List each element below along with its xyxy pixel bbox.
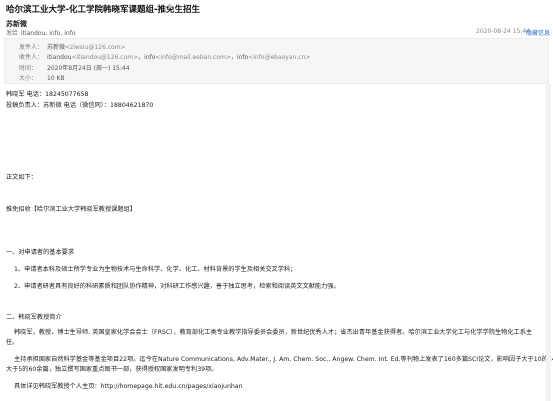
recipient-1-email[interactable]: <itiandou@126.com> [71, 54, 138, 61]
to-value[interactable]: itiandou, info, info [21, 30, 76, 37]
requirement-2: 2、申请者研者具有良好的科研素质和团队协作精神，对科研工作感兴趣，善于独立思考，… [14, 283, 340, 290]
from-row: 发件人： 苏新微<ziwsiu@126.com> [19, 42, 126, 51]
hide-details-link[interactable]: 隐藏信息 [526, 28, 550, 37]
recipient-3-email[interactable]: <info@ebaoyan.cn> [248, 54, 310, 61]
homepage-link-line[interactable]: 具体详见韩晓军教授个人主页：http://homepage.hit.edu.cn… [14, 381, 243, 390]
section-profile-heading: 二、韩晓军教授简介 [6, 314, 62, 321]
vertical-scrollbar[interactable] [546, 84, 551, 401]
from-label: 发件人： [19, 44, 44, 51]
recipient-2-email[interactable]: <info@mail.eeban.com> [155, 54, 230, 61]
profile-paragraph-line-1: 韩晓军，教授，博士生导师. 英国皇家化学会会士（FRSC），教育部化工类专业教学… [14, 329, 533, 336]
recruitment-heading: 推免招收【哈尔滨工业大学韩晓军教授课题组】 [6, 206, 136, 213]
recipient-3-name[interactable]: info [237, 54, 248, 61]
email-details-panel: 发件人： 苏新微<ziwsiu@126.com> 收件人： itiandou<iti… [4, 38, 549, 84]
research-paragraph-line-1: 主持承担国家自然科学基金等基金项目22项。迄今在Nature Communica… [14, 356, 553, 363]
section-requirements-heading: 一、对申请者的基本要求 [6, 249, 75, 256]
recipients-label: 收件人： [19, 54, 44, 61]
profile-paragraph-line-2: 任。 [6, 339, 19, 346]
time-label: 时间： [19, 65, 38, 72]
contact-line-1: 韩晓军 电话：18245077658 [6, 91, 89, 98]
title-bar: 哈尔滨工业大学-化工学院韩晓军课题组-推免生招生 ★ [0, 0, 553, 17]
to-label: 发给 [6, 30, 19, 37]
time-value: 2020年8月24日 (周一) 15:44 [47, 65, 130, 72]
requirement-1: 1、申请者本科及硕士所学专业为生物技术与生命科学、化学、化工、材料背景的学生及相… [14, 266, 297, 273]
email-body: 韩晓军 电话：18245077658 投稿负责人：苏新微 电话（微信同）：188… [0, 84, 553, 401]
star-icon[interactable]: ★ [166, 2, 174, 12]
from-email[interactable]: <ziwsiu@126.com> [65, 44, 126, 51]
time-row: 时间： 2020年8月24日 (周一) 15:44 [19, 63, 130, 72]
body-intro: 正文如下： [6, 174, 37, 181]
email-timestamp: 2020-08-24 15:44 [476, 28, 531, 35]
recipient-2-name[interactable]: info [144, 54, 155, 61]
size-value: 10 KB [47, 75, 65, 82]
size-row: 大小： 10 KB [19, 73, 65, 82]
research-paragraph-line-2: 大于5的60余篇，独立撰写国家重点图书一部，获得授权国家发明专利39项。 [6, 366, 218, 373]
size-label: 大小： [19, 75, 38, 82]
from-name[interactable]: 苏新微 [47, 44, 65, 51]
to-row: 收件人： itiandou<itiandou@126.com>，info<info… [19, 52, 310, 61]
recipients-summary: 发给 itiandou, info, info [6, 28, 76, 37]
contact-line-2: 投稿负责人：苏新微 电话（微信同）：18804621870 [6, 102, 154, 109]
recipient-1-name[interactable]: itiandou [47, 54, 71, 61]
